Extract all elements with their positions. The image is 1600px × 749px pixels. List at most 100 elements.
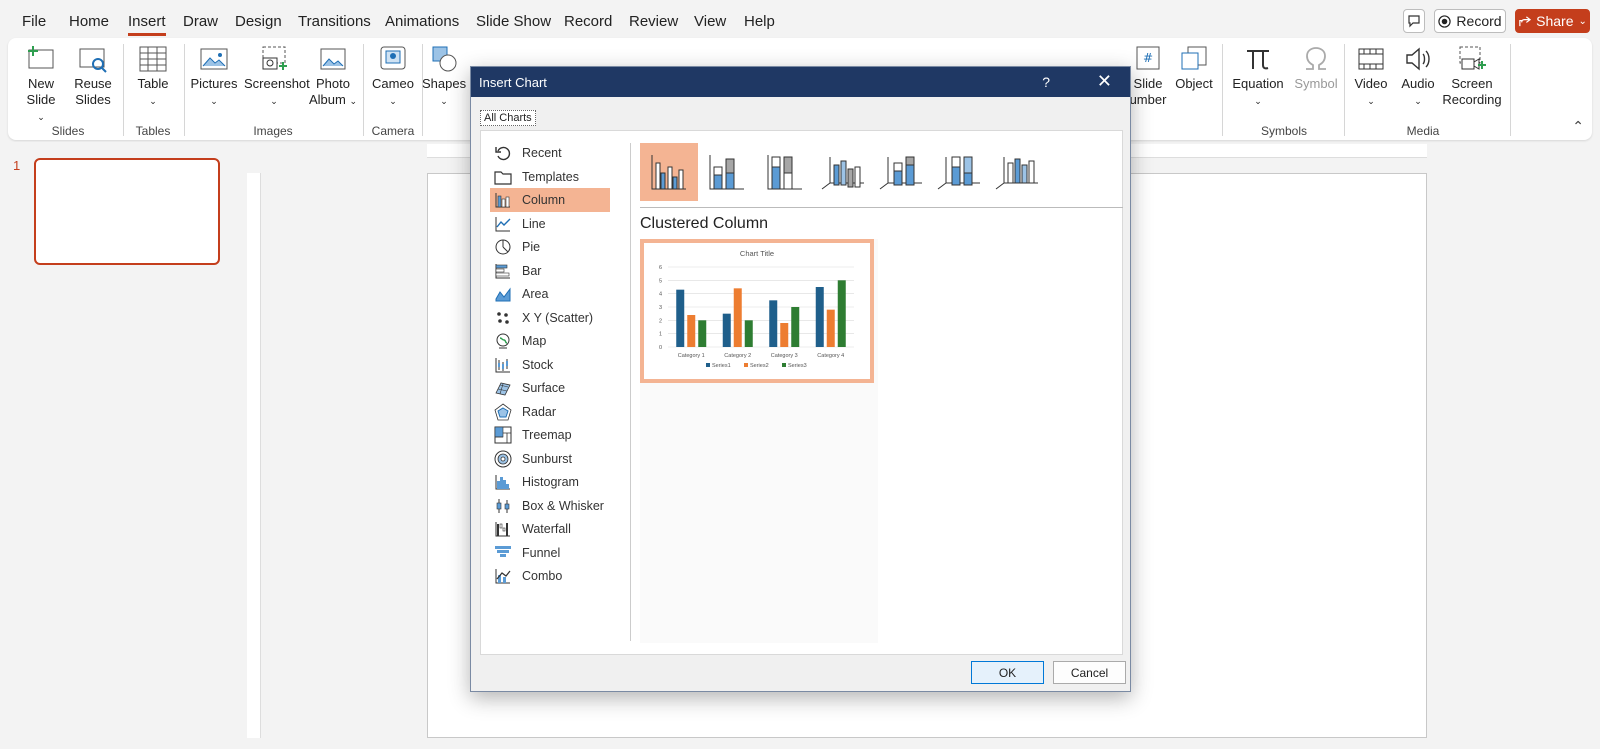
collapse-ribbon-icon[interactable]: ⌃ [1572, 118, 1584, 135]
cancel-button[interactable]: Cancel [1053, 661, 1126, 684]
photo-album-button[interactable]: Photo Album ⌄ [308, 44, 358, 109]
tab-all-charts[interactable]: All Charts [480, 110, 536, 126]
category-bar[interactable]: Bar [490, 259, 610, 283]
pictures-icon [200, 48, 228, 70]
category-label: Funnel [522, 545, 561, 560]
subtype-3d-100-stacked-column[interactable] [930, 143, 988, 201]
category-waterfall[interactable]: Waterfall [490, 517, 610, 541]
tab-insert[interactable]: Insert [128, 13, 166, 36]
category-histogram[interactable]: Histogram [490, 470, 610, 494]
screenshot-icon [262, 46, 287, 70]
category-recent[interactable]: Recent [490, 141, 610, 165]
y-tick-label: 6 [659, 265, 662, 271]
tab-file[interactable]: File [22, 13, 46, 30]
subtype-3d-clustered-column[interactable] [814, 143, 872, 201]
surface-chart-icon [495, 382, 511, 396]
equation-label: Equation [1232, 76, 1284, 91]
chevron-down-icon: ⌄ [349, 96, 358, 106]
ok-button[interactable]: OK [971, 661, 1044, 684]
category-label: Box & Whisker [522, 498, 604, 513]
y-tick-label: 1 [659, 332, 662, 338]
category-templates[interactable]: Templates [490, 165, 610, 189]
video-label: Video [1354, 76, 1388, 91]
slide-number-icon: # [1136, 46, 1160, 70]
subtype-clustered-column[interactable] [640, 143, 698, 201]
close-icon[interactable]: ✕ [1097, 71, 1112, 92]
photo-album-label: Photo Album [308, 76, 350, 107]
tab-animations[interactable]: Animations [385, 13, 459, 30]
table-icon [139, 46, 167, 72]
equation-button[interactable]: Equation ⌄ [1228, 44, 1288, 109]
screenshot-button[interactable]: Screenshot ⌄ [244, 44, 310, 109]
category-box-whisker[interactable]: Box & Whisker [490, 494, 610, 518]
subtype-100-stacked-column[interactable] [756, 143, 814, 201]
legend-label: Series1 [712, 363, 731, 369]
help-button[interactable]: ? [1042, 74, 1050, 90]
tab-view[interactable]: View [694, 13, 726, 30]
share-label: Share [1536, 13, 1574, 29]
screen-recording-button[interactable]: Screen Recording [1442, 44, 1502, 108]
y-tick-label: 0 [659, 345, 662, 351]
subtype-stacked-column[interactable] [698, 143, 756, 201]
y-tick-label: 5 [659, 278, 662, 284]
tab-draw[interactable]: Draw [183, 13, 218, 30]
audio-button[interactable]: Audio ⌄ [1396, 44, 1440, 109]
bar [826, 309, 835, 347]
tab-help[interactable]: Help [744, 13, 775, 30]
category-stock[interactable]: Stock [490, 353, 610, 377]
object-button[interactable]: Object [1170, 44, 1218, 92]
speaker-icon [1406, 47, 1430, 71]
tab-slide-show[interactable]: Slide Show [476, 13, 551, 30]
category-surface[interactable]: Surface [490, 376, 610, 400]
legend-label: Series2 [750, 363, 769, 369]
chevron-down-icon: ⌄ [389, 96, 397, 106]
category-label: Surface [522, 381, 566, 395]
category-area[interactable]: Area [490, 282, 610, 306]
slide-number-button[interactable]: # Slide umber [1126, 44, 1170, 108]
comments-button[interactable] [1403, 9, 1425, 33]
x-tick-label: Category 2 [724, 353, 751, 359]
group-label-symbols: Symbols [1260, 124, 1307, 138]
share-button[interactable]: Share ⌄ [1515, 9, 1590, 33]
subtype-3d-stacked-column[interactable] [872, 143, 930, 201]
tab-design[interactable]: Design [235, 13, 282, 30]
category-pie[interactable]: Pie [490, 235, 610, 259]
symbol-button[interactable]: Symbol [1292, 44, 1340, 92]
bar [815, 287, 824, 347]
gallery-divider [640, 207, 1123, 208]
dialog-title-bar[interactable]: Insert Chart ? ✕ [471, 67, 1130, 97]
cameo-button[interactable]: Cameo ⌄ [368, 44, 418, 109]
table-button[interactable]: Table ⌄ [128, 44, 178, 109]
category-column[interactable]: Column [490, 188, 610, 212]
category-treemap[interactable]: Treemap [490, 423, 610, 447]
category-combo[interactable]: Combo [490, 564, 610, 588]
record-button[interactable]: Record [1434, 9, 1506, 33]
group-label-camera: Camera [371, 124, 415, 138]
reuse-slides-icon [79, 48, 107, 73]
tab-transitions[interactable]: Transitions [298, 13, 371, 30]
screenshot-label: Screenshot [244, 76, 310, 91]
video-button[interactable]: Video ⌄ [1348, 44, 1394, 109]
chart-preview[interactable]: Chart Title 0 1 2 3 4 5 6 Category 1 Category 2 Ca… [640, 239, 874, 383]
ribbon-separator [363, 44, 364, 136]
tab-record[interactable]: Record [564, 13, 612, 30]
shapes-button[interactable]: Shapes ⌄ [422, 44, 466, 109]
category-xy-scatter[interactable]: X Y (Scatter) [490, 306, 610, 330]
share-icon [1519, 15, 1532, 26]
category-sunburst[interactable]: Sunburst [490, 447, 610, 471]
tab-home[interactable]: Home [69, 13, 109, 30]
new-slide-button[interactable]: New Slide ⌄ [18, 44, 64, 125]
category-line[interactable]: Line [490, 212, 610, 236]
category-map[interactable]: Map [490, 329, 610, 353]
dialog-title: Insert Chart [479, 75, 547, 90]
slide-thumbnail[interactable] [34, 158, 220, 265]
reuse-slides-label: Reuse Slides [74, 76, 112, 107]
tab-review[interactable]: Review [629, 13, 678, 30]
reuse-slides-button[interactable]: Reuse Slides [70, 44, 116, 108]
subtype-3d-column[interactable] [988, 143, 1046, 201]
category-funnel[interactable]: Funnel [490, 541, 610, 565]
category-radar[interactable]: Radar [490, 400, 610, 424]
pictures-button[interactable]: Pictures ⌄ [188, 44, 240, 109]
omega-icon [1306, 47, 1326, 70]
category-label: Histogram [522, 475, 579, 489]
